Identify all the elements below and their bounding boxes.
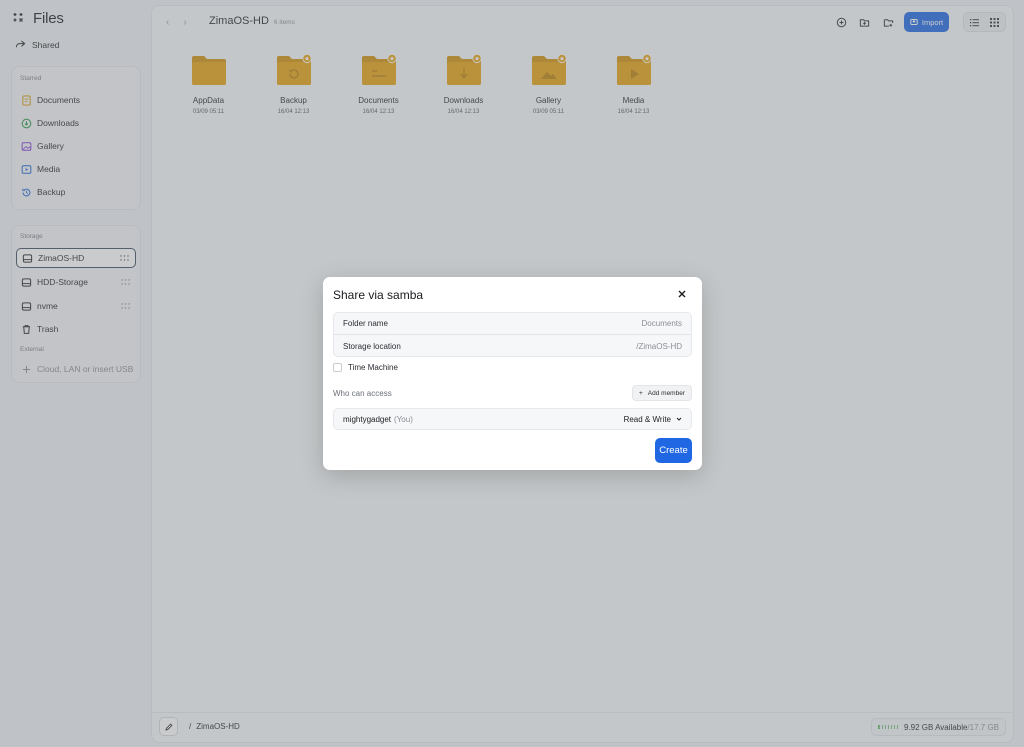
chevron-down-icon <box>676 417 682 421</box>
member-you-tag: (You) <box>394 414 413 424</box>
permission-value: Read & Write <box>623 414 671 424</box>
time-machine-label: Time Machine <box>348 363 398 372</box>
dialog-title: Share via samba <box>333 288 424 302</box>
time-machine-option[interactable]: Time Machine <box>333 363 398 372</box>
permission-select[interactable]: Read & Write <box>624 415 682 424</box>
files-app: Files Shared Starred Documents Downloads… <box>0 0 1024 747</box>
share-samba-dialog: Share via samba Folder name Documents St… <box>323 277 702 470</box>
member-name: mightygadget <box>343 414 392 424</box>
storage-location-label: Storage location <box>343 341 401 351</box>
close-icon[interactable] <box>677 289 687 299</box>
folder-name-label: Folder name <box>343 319 388 328</box>
time-machine-checkbox[interactable] <box>333 363 342 372</box>
plus-icon: + <box>638 389 643 397</box>
add-member-button[interactable]: + Add member <box>631 385 692 401</box>
storage-location-value: /ZimaOS-HD <box>636 341 682 351</box>
add-member-label: Add member <box>647 389 685 397</box>
who-can-access-label: Who can access <box>333 389 392 398</box>
share-details: Folder name Documents Storage location /… <box>333 312 692 357</box>
storage-location-row: Storage location /ZimaOS-HD <box>334 335 691 357</box>
create-button[interactable]: Create <box>655 438 692 463</box>
folder-name-value: Documents <box>641 319 682 328</box>
folder-name-row: Folder name Documents <box>334 313 691 335</box>
member-row: mightygadget (You) Read & Write <box>333 408 692 430</box>
